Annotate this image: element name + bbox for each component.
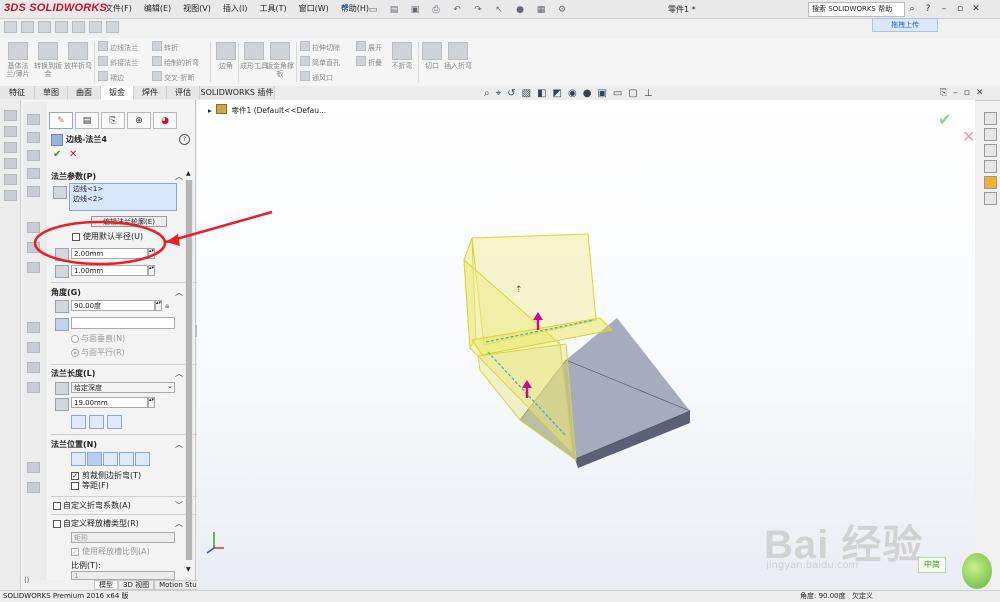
cursor-icon: ⇡	[515, 285, 523, 295]
preview-bend-bottom	[477, 343, 577, 462]
annotation-ellipse	[33, 220, 167, 266]
model-overlay: ⇡	[33, 210, 691, 554]
baidu-watermark-url: jingyan.baidu.com	[766, 560, 859, 571]
status-angle: 角度: 90.00度	[800, 592, 846, 600]
status-bar: SOLIDWORKS Premium 2016 x64 版 角度: 90.00度…	[0, 590, 1000, 602]
triad-icon	[206, 532, 224, 554]
annotation-arrow	[165, 210, 273, 244]
annotation-arrow-head	[166, 234, 180, 246]
ime-flask-icon[interactable]	[962, 553, 992, 589]
status-version: SOLIDWORKS Premium 2016 x64 版	[3, 592, 129, 600]
status-definition-state: 欠定义	[852, 592, 873, 600]
ime-mode-label[interactable]: 中简	[918, 557, 946, 573]
ime-badge: 中简	[918, 553, 996, 593]
